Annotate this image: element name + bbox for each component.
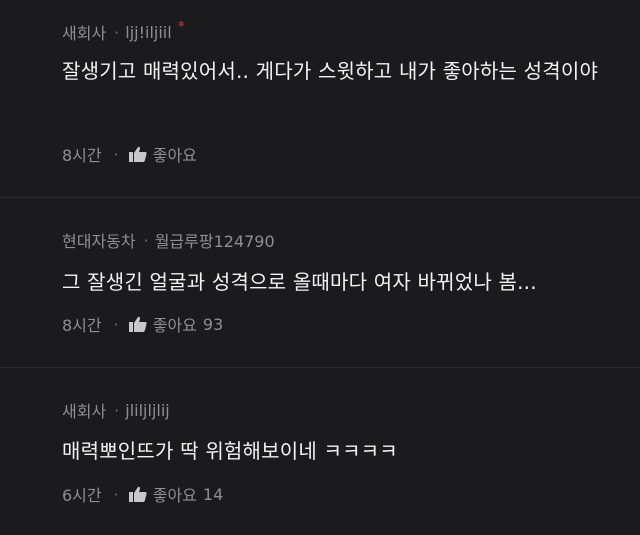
like-button[interactable]: 좋아요 93 xyxy=(128,312,224,336)
thumbs-up-icon xyxy=(128,146,147,162)
author-star: * xyxy=(177,19,185,35)
like-count: 93 xyxy=(202,314,224,334)
nickname[interactable]: ljj!iljiil xyxy=(125,23,171,42)
thumbs-up-icon xyxy=(128,316,147,332)
comment-text: 그 잘생긴 얼굴과 성격으로 올때마다 여자 바뀌었나 봄... xyxy=(62,270,537,294)
like-button[interactable]: 좋아요 14 xyxy=(128,482,224,506)
comment-meta: 현대자동차 · 월급루팡124790 xyxy=(62,228,275,252)
comment-time: 6시간 xyxy=(62,486,102,505)
like-count: 14 xyxy=(202,484,224,504)
thumbs-up-icon xyxy=(128,486,147,502)
footer-separator: · xyxy=(113,314,119,334)
comment-text: 매력뽀인뜨가 딱 위험해보이네 ㅋㅋㅋㅋ xyxy=(62,439,398,463)
meta-separator: · xyxy=(114,22,120,42)
like-button[interactable]: 좋아요 xyxy=(128,142,197,166)
like-label: 좋아요 xyxy=(152,146,197,165)
comment-text: 잘생기고 매력있어서.. 게다가 스윗하고 내가 좋아하는 성격이야 xyxy=(62,59,599,83)
comment-time: 8시간 xyxy=(62,146,102,165)
divider xyxy=(0,367,640,368)
comment-meta: 새회사 · jliljljlij xyxy=(62,398,170,422)
meta-separator: · xyxy=(143,230,149,250)
meta-separator: · xyxy=(114,400,120,420)
nickname[interactable]: jliljljlij xyxy=(125,401,169,420)
nickname[interactable]: 월급루팡124790 xyxy=(155,228,275,252)
like-label: 좋아요 xyxy=(152,316,197,335)
company-name: 새회사 xyxy=(62,24,107,43)
company-name: 새회사 xyxy=(62,402,107,421)
comment-footer: 8시간 · 좋아요 xyxy=(62,142,197,166)
comment-footer: 8시간 · 좋아요 93 xyxy=(62,312,223,336)
comment-time: 8시간 xyxy=(62,316,102,335)
footer-separator: · xyxy=(113,484,119,504)
footer-separator: · xyxy=(113,144,119,164)
comment-meta: 새회사 · ljj!iljiil * xyxy=(62,19,185,44)
divider xyxy=(0,197,640,198)
like-label: 좋아요 xyxy=(152,486,197,505)
comment-footer: 6시간 · 좋아요 14 xyxy=(62,482,223,506)
company-name: 현대자동차 xyxy=(62,232,136,251)
